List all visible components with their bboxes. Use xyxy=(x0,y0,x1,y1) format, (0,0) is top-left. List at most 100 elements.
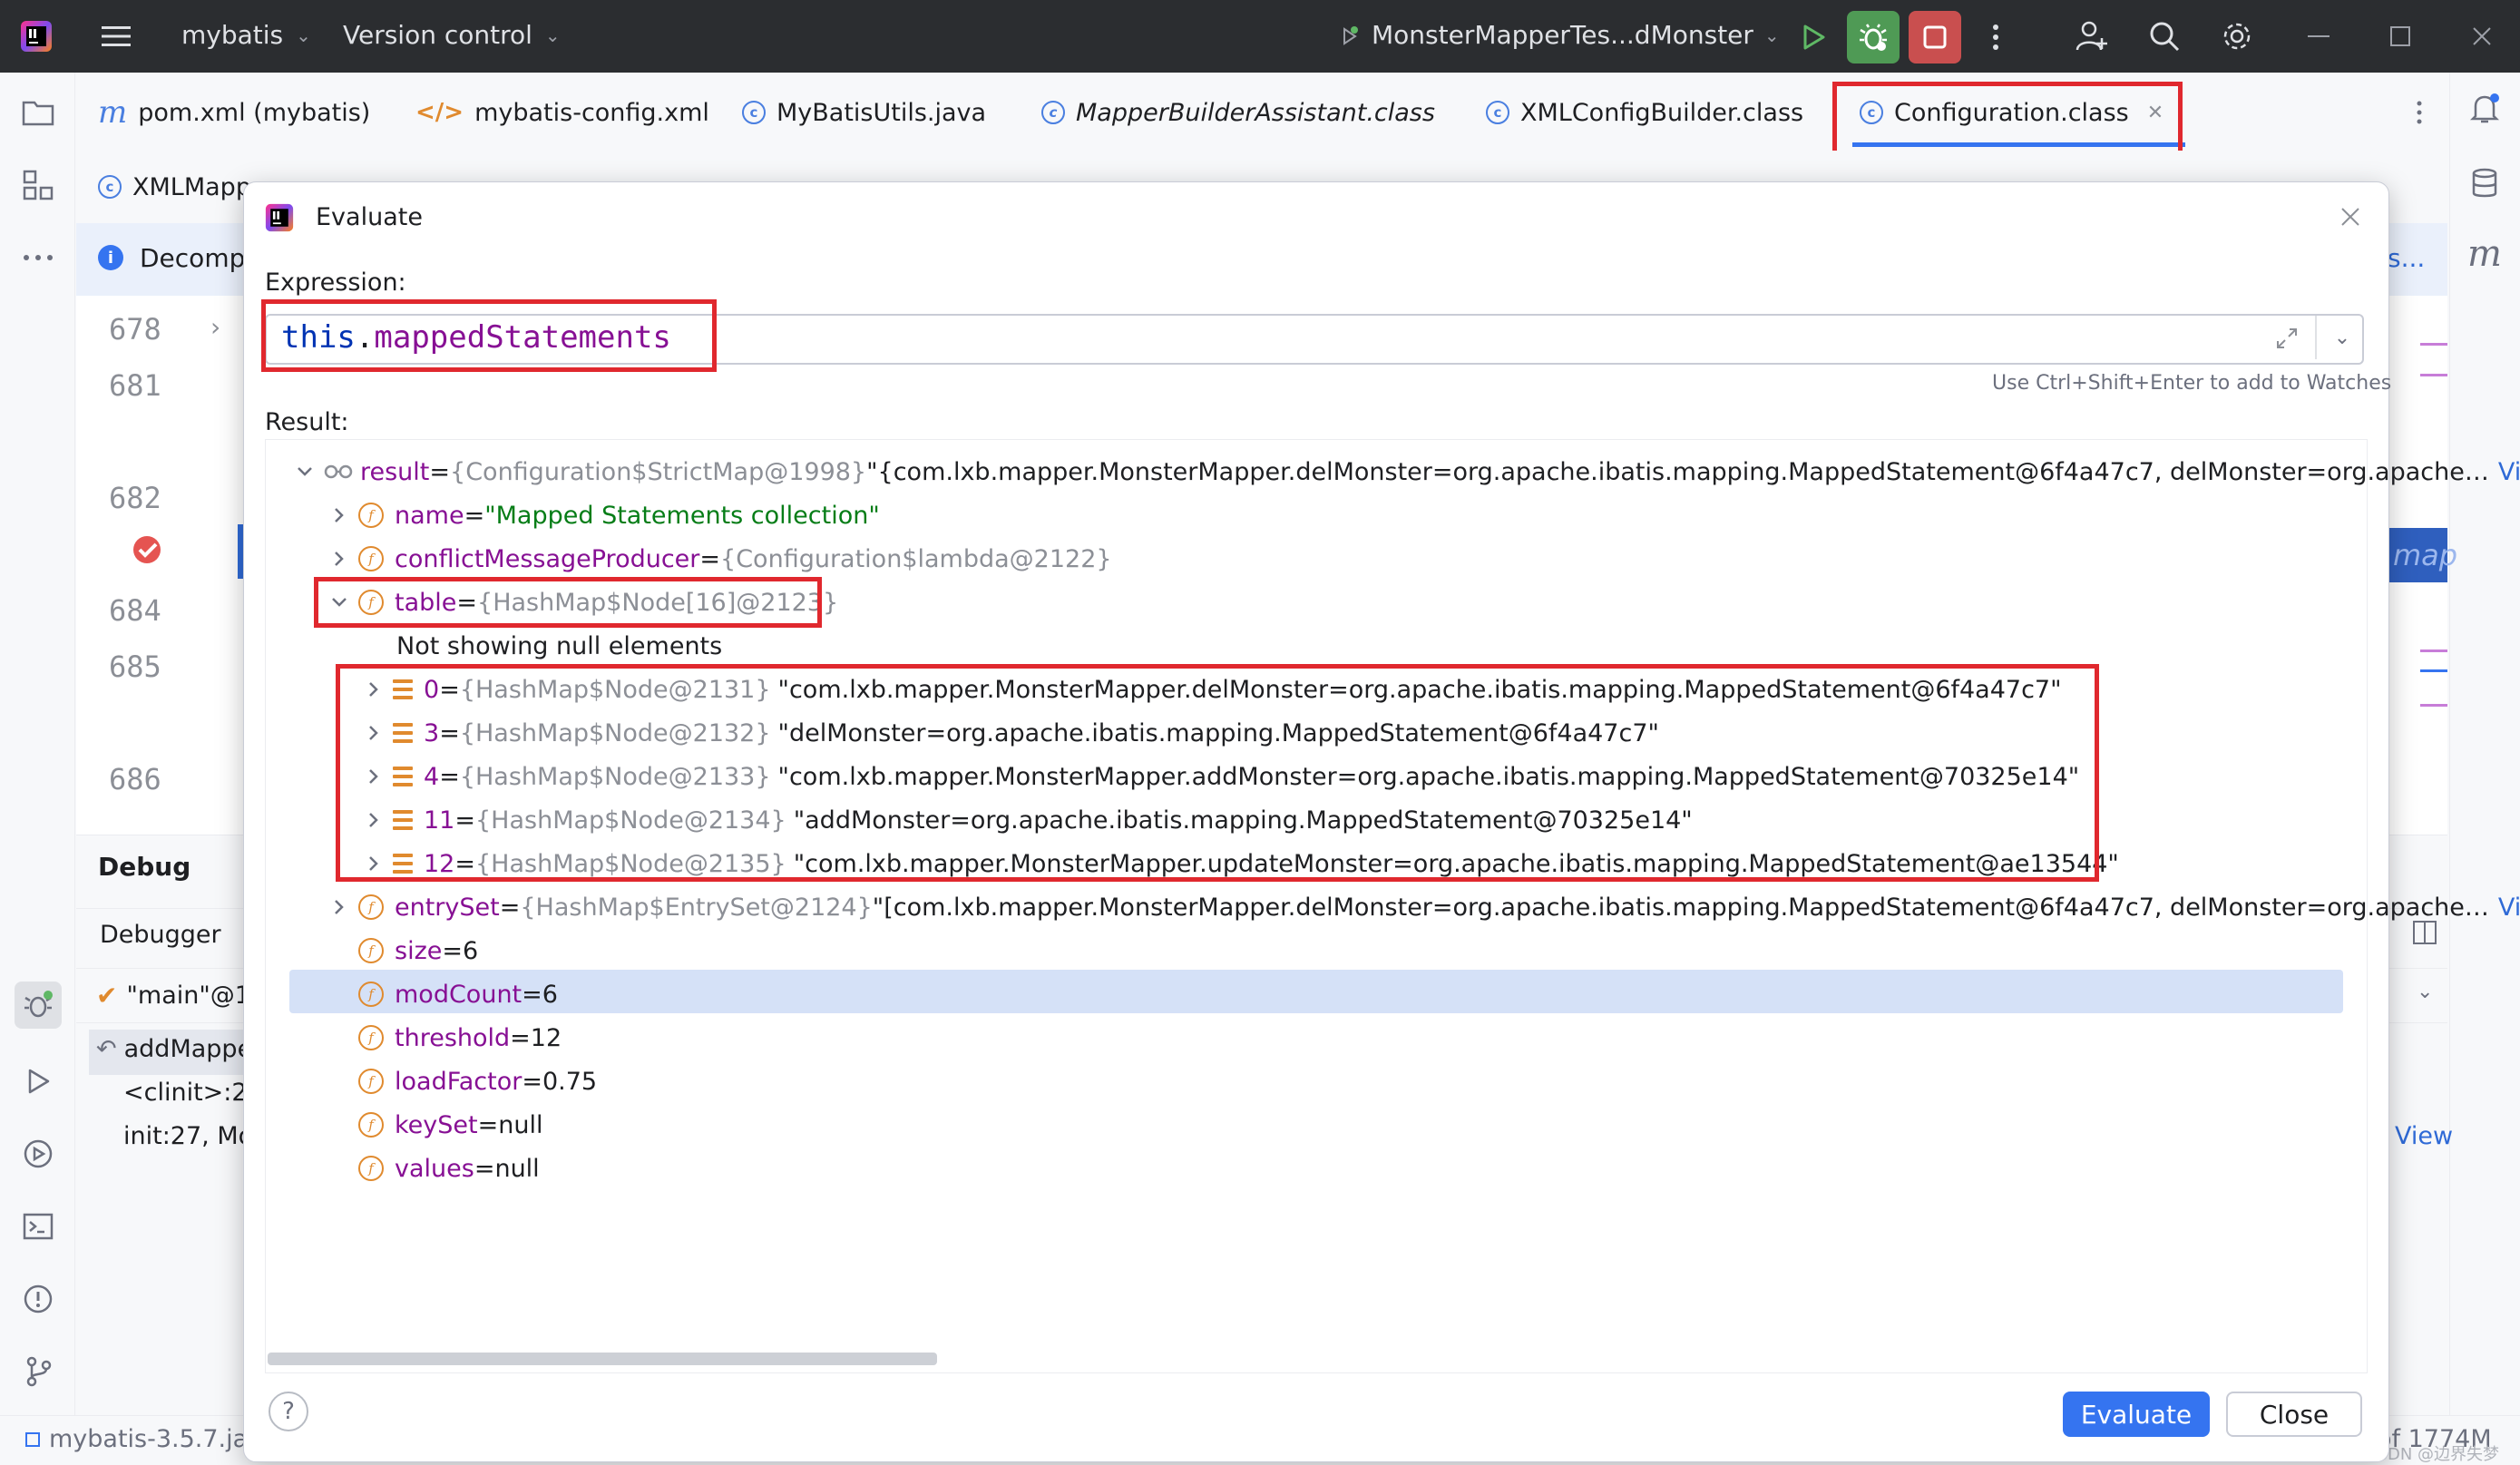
collapsed-chevron-icon[interactable] xyxy=(362,721,386,745)
array-element-icon xyxy=(393,679,413,699)
vcs-selector[interactable]: Version control ⌄ xyxy=(343,20,561,50)
collapsed-chevron-icon[interactable] xyxy=(327,503,351,527)
notifications-bell-icon[interactable] xyxy=(2465,89,2505,129)
history-dropdown-icon[interactable]: ⌄ xyxy=(2326,319,2359,356)
structure-icon[interactable] xyxy=(18,165,58,205)
evaluate-button[interactable]: Evaluate xyxy=(2063,1392,2210,1437)
chevron-down-icon[interactable]: ⌄ xyxy=(2417,981,2433,1003)
run-config-selector[interactable]: MonsterMapperTes...dMonster ⌄ xyxy=(1341,20,1780,50)
terminal-icon[interactable] xyxy=(18,1206,58,1246)
breadcrumb[interactable]: mybatis-3.5.7.jar xyxy=(25,1425,258,1453)
equals: = xyxy=(439,718,460,747)
project-folder-icon[interactable] xyxy=(18,93,58,132)
array-element-icon xyxy=(393,767,413,786)
more-tools-icon[interactable] xyxy=(18,238,58,278)
maximize-icon[interactable] xyxy=(2382,18,2418,54)
tree-row-keyset[interactable]: f keySet = null xyxy=(358,1104,542,1146)
equals: = xyxy=(499,893,521,922)
view-link[interactable]: View xyxy=(2498,894,2520,922)
close-button[interactable]: Close xyxy=(2226,1392,2362,1437)
tree-row-entryset[interactable]: f entrySet = {HashMap$EntrySet@2124} "[c… xyxy=(327,886,2520,928)
settings-gear-icon[interactable] xyxy=(2215,15,2259,58)
tab-mapperbuilderassistant-class[interactable]: c MapperBuilderAssistant.class xyxy=(1041,74,1435,151)
intellij-logo-icon xyxy=(265,203,294,232)
tree-row-result[interactable]: result = {Configuration$StrictMap@1998} … xyxy=(293,451,2520,493)
collapsed-chevron-icon[interactable] xyxy=(327,895,351,919)
intellij-logo-icon[interactable] xyxy=(18,18,54,54)
entry-type: {HashMap$Node@2134} xyxy=(474,806,786,835)
equals: = xyxy=(454,806,475,835)
entry-value: "addMonster=org.apache.ibatis.mapping.Ma… xyxy=(793,806,1693,835)
view-link[interactable]: View xyxy=(2498,458,2520,486)
services-icon[interactable] xyxy=(18,1134,58,1174)
run-tool-icon[interactable] xyxy=(18,1061,58,1101)
result-label: Result: xyxy=(265,408,349,436)
close-tab-icon[interactable]: ✕ xyxy=(2147,102,2163,124)
git-branch-icon[interactable] xyxy=(18,1352,58,1392)
collapsed-chevron-icon[interactable] xyxy=(362,765,386,788)
help-icon[interactable]: ? xyxy=(269,1392,308,1431)
tree-row-table[interactable]: f table = {HashMap$Node[16]@2123} xyxy=(327,581,838,623)
tree-row-entry[interactable]: 11 = {HashMap$Node@2134} "addMonster=org.… xyxy=(362,799,1693,841)
var-type: {Configuration$StrictMap@1998} xyxy=(450,457,867,486)
expand-icon[interactable] xyxy=(2275,327,2300,352)
tab-more-icon[interactable] xyxy=(2406,93,2433,132)
tab-configuration-class[interactable]: c Configuration.class ✕ xyxy=(1852,74,2186,151)
tree-row-entry[interactable]: 3 = {HashMap$Node@2132} "delMonster=org.a… xyxy=(362,712,1659,754)
tab-label: pom.xml (mybatis) xyxy=(138,98,371,127)
tab-mybatis-config-xml[interactable]: </> mybatis-config.xml xyxy=(415,74,709,151)
expanded-chevron-icon[interactable] xyxy=(327,591,351,614)
run-icon[interactable] xyxy=(1792,16,1834,58)
frame-item[interactable]: ↶ addMappe xyxy=(96,1035,252,1063)
tree-row-size[interactable]: f size = 6 xyxy=(358,930,478,972)
problems-icon[interactable] xyxy=(18,1279,58,1319)
tree-row-entry[interactable]: 0 = {HashMap$Node@2131} "com.lxb.mapper.M… xyxy=(362,669,2062,710)
more-actions-icon[interactable] xyxy=(1978,16,2014,58)
tab-mybatisutils-java[interactable]: c MyBatisUtils.java xyxy=(742,74,986,151)
main-menu-icon[interactable] xyxy=(98,20,134,53)
collapsed-chevron-icon[interactable] xyxy=(362,678,386,701)
tree-row-conflict-message-producer[interactable]: f conflictMessageProducer = {Configurati… xyxy=(327,538,1112,580)
field-icon: f xyxy=(358,590,384,615)
maven-icon[interactable]: m xyxy=(2465,233,2505,275)
close-dialog-icon[interactable] xyxy=(2335,201,2366,232)
frame-item[interactable]: <clinit>:24 xyxy=(123,1079,263,1107)
add-user-icon[interactable] xyxy=(2070,15,2114,58)
minimize-icon[interactable] xyxy=(2300,18,2337,54)
active-tab-indicator xyxy=(1852,142,2186,147)
database-icon[interactable] xyxy=(2465,163,2505,203)
tab-xmlconfigbuilder-class[interactable]: c XMLConfigBuilder.class xyxy=(1486,74,1803,151)
horizontal-scrollbar[interactable] xyxy=(268,1353,937,1365)
tree-row-threshold[interactable]: f threshold = 12 xyxy=(358,1017,562,1059)
project-selector[interactable]: mybatis ⌄ xyxy=(181,20,311,50)
tree-row-entry[interactable]: 12 = {HashMap$Node@2135} "com.lxb.mapper.… xyxy=(362,843,2119,884)
array-element-icon xyxy=(393,810,413,830)
breakpoint-icon[interactable] xyxy=(131,533,163,566)
tab-xmlmapper[interactable]: c XMLMapp xyxy=(98,151,251,223)
debug-icon[interactable] xyxy=(1847,11,1900,63)
collapsed-chevron-icon[interactable] xyxy=(362,808,386,832)
run-config-icon xyxy=(1341,25,1359,45)
search-icon[interactable] xyxy=(2143,15,2186,58)
fold-chevron-icon[interactable]: › xyxy=(210,312,220,342)
vcs-label: Version control xyxy=(343,20,532,50)
expanded-chevron-icon[interactable] xyxy=(293,460,317,483)
collapsed-chevron-icon[interactable] xyxy=(362,852,386,875)
tab-pom-xml[interactable]: m pom.xml (mybatis) xyxy=(98,74,370,151)
tab-debugger[interactable]: Debugger xyxy=(100,921,221,949)
var-value: 6 xyxy=(542,980,558,1009)
thread-selector[interactable]: ✔ "main"@1 i xyxy=(96,981,265,1011)
tree-row-values[interactable]: f values = null xyxy=(358,1148,540,1189)
result-tree[interactable]: result = {Configuration$StrictMap@1998} … xyxy=(265,439,2520,1373)
window-close-icon[interactable] xyxy=(2464,18,2500,54)
collapsed-chevron-icon[interactable] xyxy=(327,547,351,571)
tree-row-loadfactor[interactable]: f loadFactor = 0.75 xyxy=(358,1060,597,1102)
tree-row-name[interactable]: f name = "Mapped Statements collection" xyxy=(327,494,880,536)
tree-row-modcount[interactable]: f modCount = 6 xyxy=(358,973,558,1015)
stop-icon[interactable] xyxy=(1909,11,1961,63)
tree-row-entry[interactable]: 4 = {HashMap$Node@2133} "com.lxb.mapper.M… xyxy=(362,756,2079,797)
expression-input[interactable]: this.mappedStatements ⌄ xyxy=(265,314,2364,365)
debug-tool-icon[interactable] xyxy=(15,982,62,1029)
banner-link[interactable]: s... xyxy=(2388,243,2425,273)
view-link[interactable]: View xyxy=(2395,1122,2453,1150)
